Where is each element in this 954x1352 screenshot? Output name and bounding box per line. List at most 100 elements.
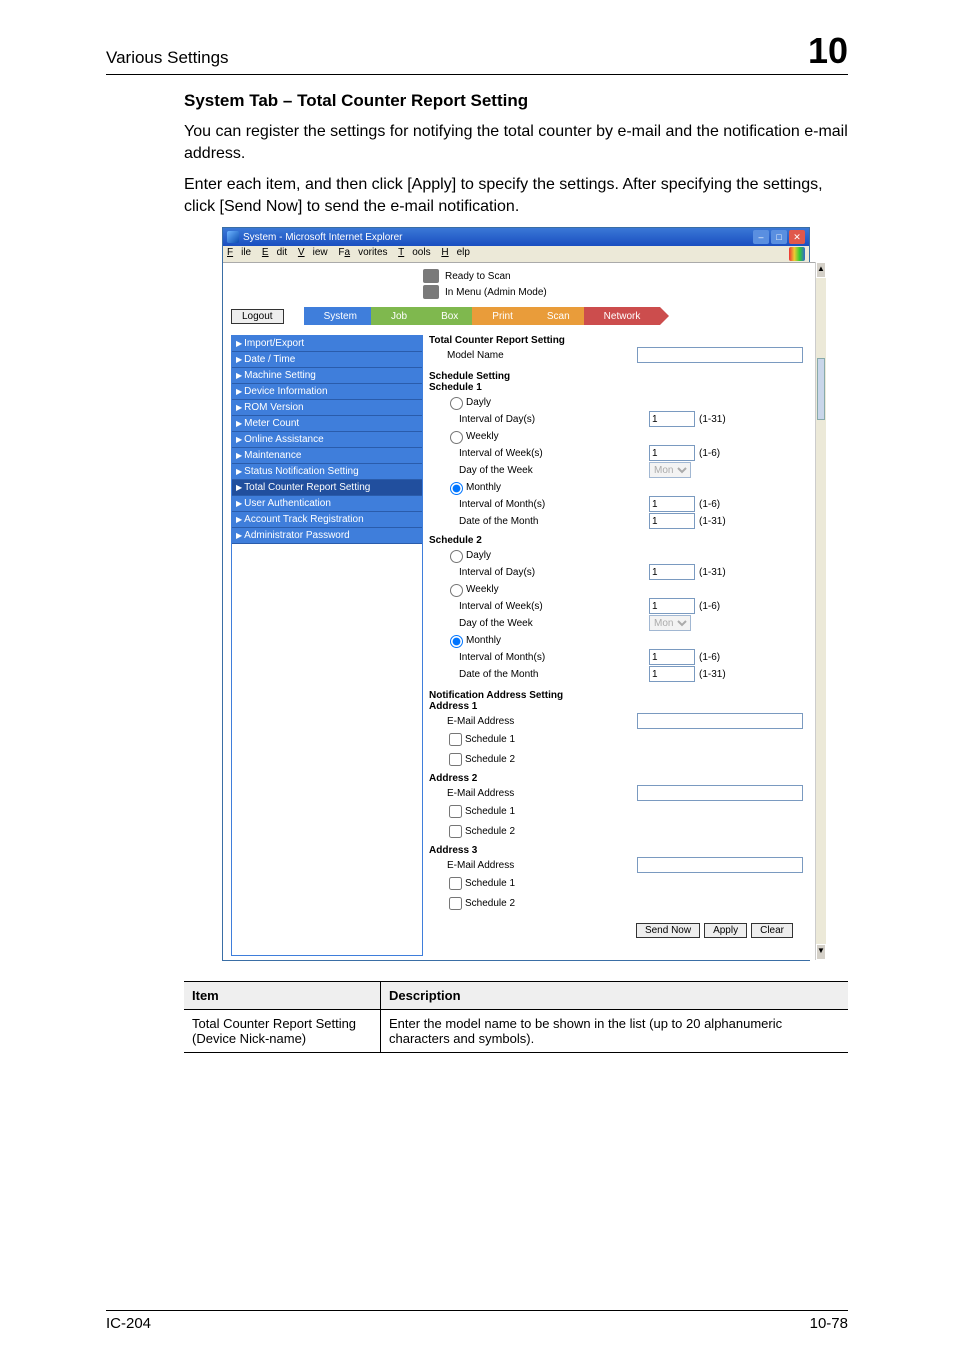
tab-job[interactable]: Job [371,307,427,325]
s1-daily-radio[interactable] [450,397,463,410]
s2-int-month-range: (1-6) [699,652,720,663]
group-tcrs-title: Total Counter Report Setting [429,335,803,346]
nav-device-information[interactable]: ▶Device Information [232,384,422,400]
nav-admin-password[interactable]: ▶Administrator Password [232,528,422,544]
window-title: System - Microsoft Internet Explorer [243,232,403,243]
scroll-down-icon[interactable]: ▼ [816,944,826,960]
s2-int-week-label: Interval of Week(s) [429,601,649,612]
nav-account-track[interactable]: ▶Account Track Registration [232,512,422,528]
s2-int-week-input[interactable] [649,598,695,614]
addr3-sch2-label: Schedule 2 [465,898,515,909]
tab-network[interactable]: Network [584,307,661,325]
s1-weekly-label: Weekly [466,431,499,442]
s1-int-week-range: (1-6) [699,448,720,459]
vertical-scrollbar[interactable]: ▲ ▼ [815,262,826,960]
nav-maintenance[interactable]: ▶Maintenance [232,448,422,464]
s2-monthly-label: Monthly [466,635,501,646]
addr3-sch1-label: Schedule 1 [465,878,515,889]
s2-int-day-label: Interval of Day(s) [429,567,649,578]
s1-monthly-radio[interactable] [450,482,463,495]
addr2-email-input[interactable] [637,785,803,801]
tab-print[interactable]: Print [472,307,533,325]
menu-favorites[interactable]: Favorites [338,247,387,258]
s2-dow-select[interactable]: Mon [649,615,691,631]
intro-paragraph-1: You can register the settings for notify… [184,121,848,164]
header-chapter-number: 10 [808,30,848,72]
table-header-description: Description [381,982,849,1010]
s1-dow-select[interactable]: Mon [649,462,691,478]
scroll-up-icon[interactable]: ▲ [816,262,826,278]
tab-scan[interactable]: Scan [527,307,590,325]
tab-system[interactable]: System [304,307,377,325]
logout-button[interactable]: Logout [231,309,284,324]
nav-total-counter-report[interactable]: ▶Total Counter Report Setting [232,480,422,496]
menu-help[interactable]: Help [441,247,470,258]
schedule1-title: Schedule 1 [429,382,803,393]
s1-int-month-input[interactable] [649,496,695,512]
printer-icon [423,285,439,299]
s2-dom-label: Date of the Month [429,669,649,680]
addr1-sch1-check[interactable] [449,733,462,746]
address3-title: Address 3 [429,845,803,856]
addr3-sch2-check[interactable] [449,897,462,910]
close-button[interactable]: ✕ [789,230,805,244]
nav-meter-count[interactable]: ▶Meter Count [232,416,422,432]
menu-file[interactable]: File [227,247,251,258]
scroll-thumb[interactable] [817,358,825,420]
nav-rom-version[interactable]: ▶ROM Version [232,400,422,416]
s2-int-month-input[interactable] [649,649,695,665]
minimize-button[interactable]: – [753,230,769,244]
apply-button[interactable]: Apply [704,923,747,938]
addr1-email-label: E-Mail Address [429,716,637,727]
table-header-item: Item [184,982,381,1010]
menu-tools[interactable]: Tools [398,247,430,258]
nav-date-time[interactable]: ▶Date / Time [232,352,422,368]
s2-monthly-radio[interactable] [450,635,463,648]
addr3-email-input[interactable] [637,857,803,873]
s2-dom-input[interactable] [649,666,695,682]
addr1-sch2-check[interactable] [449,753,462,766]
screenshot-window: System - Microsoft Internet Explorer – □… [222,227,810,961]
windows-logo-icon [789,247,805,261]
nav-status-notification[interactable]: ▶Status Notification Setting [232,464,422,480]
table-cell-description: Enter the model name to be shown in the … [381,1010,849,1053]
maximize-button[interactable]: □ [771,230,787,244]
addr1-sch1-label: Schedule 1 [465,734,515,745]
section-heading: System Tab – Total Counter Report Settin… [184,91,848,111]
footer-right: 10-78 [810,1315,848,1332]
addr2-sch2-label: Schedule 2 [465,826,515,837]
s2-dow-label: Day of the Week [429,618,649,629]
table-cell-item: Total Counter Report Setting (Device Nic… [184,1010,381,1053]
status-ready: Ready to Scan [445,271,511,282]
tab-box[interactable]: Box [421,307,478,325]
s1-dom-input[interactable] [649,513,695,529]
s1-int-day-label: Interval of Day(s) [429,414,649,425]
nav-import-export[interactable]: ▶Import/Export [232,336,422,352]
s2-daily-radio[interactable] [450,550,463,563]
s1-weekly-radio[interactable] [450,431,463,444]
menu-edit[interactable]: Edit [262,247,287,258]
addr1-email-input[interactable] [637,713,803,729]
s1-int-week-input[interactable] [649,445,695,461]
addr2-sch1-check[interactable] [449,805,462,818]
nav-user-authentication[interactable]: ▶User Authentication [232,496,422,512]
addr2-sch2-check[interactable] [449,825,462,838]
s2-int-day-input[interactable] [649,564,695,580]
addr2-email-label: E-Mail Address [429,788,637,799]
clear-button[interactable]: Clear [751,923,793,938]
s1-int-day-input[interactable] [649,411,695,427]
addr3-email-label: E-Mail Address [429,860,637,871]
s2-int-month-label: Interval of Month(s) [429,652,649,663]
menu-view[interactable]: View [298,247,328,258]
s2-weekly-radio[interactable] [450,584,463,597]
s2-dom-range: (1-31) [699,669,726,680]
address2-title: Address 2 [429,773,803,784]
s2-daily-label: Dayly [466,550,491,561]
s1-dom-label: Date of the Month [429,516,649,527]
nav-online-assistance[interactable]: ▶Online Assistance [232,432,422,448]
model-name-input[interactable] [637,347,803,363]
group-schedule-setting: Schedule Setting [429,371,803,382]
addr3-sch1-check[interactable] [449,877,462,890]
send-now-button[interactable]: Send Now [636,923,700,938]
nav-machine-setting[interactable]: ▶Machine Setting [232,368,422,384]
